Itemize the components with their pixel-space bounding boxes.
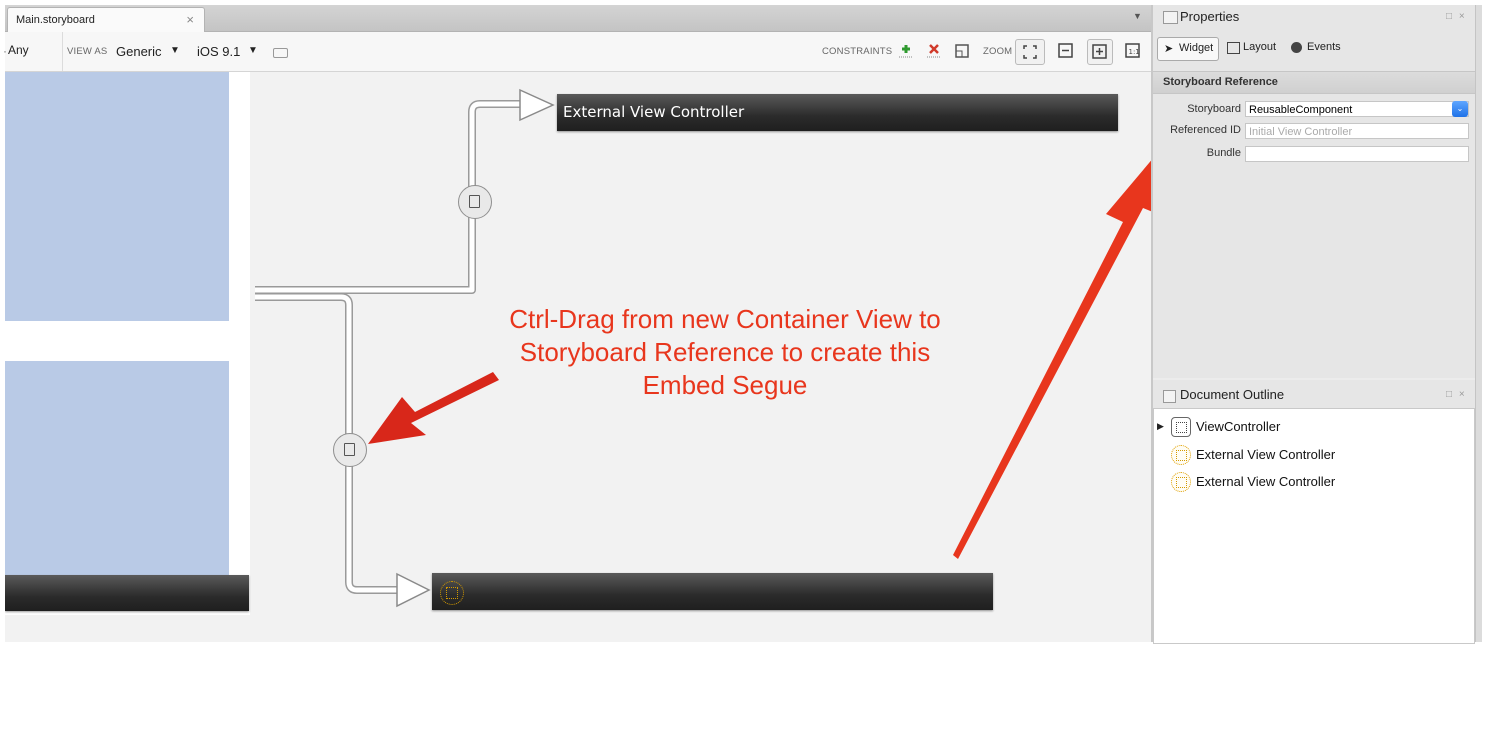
storyboard-reference-section[interactable]: Storyboard Reference bbox=[1153, 71, 1475, 94]
zoom-label: ZOOM bbox=[983, 46, 1013, 57]
instruction-annotation: Ctrl-Drag from new Container View to Sto… bbox=[509, 304, 941, 400]
storyboard-label: Storyboard bbox=[1187, 103, 1241, 115]
tab-widget[interactable]: ➤ Widget bbox=[1157, 37, 1219, 61]
external-view-controller-title: External View Controller bbox=[563, 103, 745, 121]
tab-layout-label: Layout bbox=[1243, 41, 1277, 53]
os-version-select[interactable]: iOS 9.1 bbox=[197, 44, 240, 59]
storyboard-combo[interactable]: ReusableComponent ⌄ bbox=[1245, 101, 1469, 117]
constraints-label: CONSTRAINTS bbox=[822, 46, 893, 57]
os-dropdown-icon[interactable]: ▼ bbox=[248, 45, 258, 56]
device-dropdown-icon[interactable]: ▼ bbox=[170, 45, 180, 56]
segue-glyph bbox=[344, 443, 355, 456]
zoom-actual-size-icon[interactable]: 1:1 bbox=[1122, 40, 1144, 62]
zoom-out-icon[interactable] bbox=[1055, 40, 1077, 62]
embed-segue-icon-top[interactable] bbox=[458, 185, 492, 219]
outline-item-external-1[interactable]: External View Controller bbox=[1154, 443, 1474, 467]
toolbar-divider bbox=[62, 32, 63, 71]
embed-segue-icon-bottom[interactable] bbox=[333, 433, 367, 467]
document-outline-panel: Document Outline □ × ▶ ViewController Ex… bbox=[1153, 380, 1475, 644]
ide-window: Main.storyboard × ▼ · Any VIEW AS Generi… bbox=[3, 5, 1482, 644]
outline-window-buttons[interactable]: □ × bbox=[1446, 389, 1467, 400]
outline-item-viewcontroller[interactable]: ▶ ViewController bbox=[1154, 415, 1474, 439]
referenced-id-label: Referenced ID bbox=[1170, 124, 1241, 136]
outline-item-label: ViewController bbox=[1196, 419, 1281, 434]
properties-icon bbox=[1163, 11, 1178, 24]
bundle-label: Bundle bbox=[1206, 147, 1241, 159]
tabs-dropdown-icon[interactable]: ▼ bbox=[1133, 11, 1142, 21]
chevron-down-icon[interactable]: ⌄ bbox=[1452, 101, 1468, 117]
tab-layout[interactable]: Layout bbox=[1225, 37, 1285, 59]
svg-text:1:1: 1:1 bbox=[1129, 48, 1140, 56]
bundle-field[interactable] bbox=[1245, 146, 1469, 162]
outline-item-label: External View Controller bbox=[1196, 447, 1336, 462]
panel-scrollbar[interactable] bbox=[1475, 5, 1482, 642]
events-icon bbox=[1291, 42, 1302, 53]
tab-events[interactable]: Events bbox=[1289, 37, 1359, 59]
segue-glyph bbox=[469, 195, 480, 208]
tab-widget-label: Widget bbox=[1179, 42, 1214, 54]
storyboard-canvas[interactable]: External View Controller Ctrl-Drag from … bbox=[5, 72, 1151, 642]
storyboard-reference-icon bbox=[1171, 472, 1191, 492]
document-tab-bar: Main.storyboard × ▼ bbox=[5, 5, 1151, 32]
referenced-id-placeholder: Initial View Controller bbox=[1249, 126, 1353, 138]
outline-item-external-2[interactable]: External View Controller bbox=[1154, 470, 1474, 494]
size-class-label[interactable]: Any bbox=[8, 43, 29, 57]
layout-icon bbox=[1227, 42, 1240, 54]
size-class-divider: · bbox=[3, 44, 7, 58]
document-outline-title: Document Outline bbox=[1180, 387, 1285, 402]
device-select[interactable]: Generic bbox=[116, 44, 162, 59]
view-controller-icon bbox=[1171, 417, 1191, 437]
storyboard-reference-icon bbox=[440, 581, 464, 605]
storyboard-reference-scene[interactable] bbox=[432, 573, 993, 610]
view-as-label: VIEW AS bbox=[67, 46, 108, 57]
properties-title: Properties bbox=[1180, 9, 1240, 24]
orientation-icon[interactable] bbox=[273, 48, 288, 58]
cursor-icon: ➤ bbox=[1164, 43, 1174, 55]
tab-events-label: Events bbox=[1307, 41, 1341, 53]
tab-title: Main.storyboard bbox=[16, 14, 95, 26]
storyboard-reference-icon bbox=[1171, 445, 1191, 465]
zoom-in-icon[interactable] bbox=[1087, 39, 1113, 65]
outline-tree: ▶ ViewController External View Controlle… bbox=[1153, 408, 1475, 644]
properties-window-buttons[interactable]: □ × bbox=[1446, 11, 1467, 22]
zoom-fit-icon[interactable] bbox=[1015, 39, 1045, 65]
referenced-id-field[interactable]: Initial View Controller bbox=[1245, 123, 1469, 139]
tab-main-storyboard[interactable]: Main.storyboard × bbox=[7, 7, 205, 32]
external-view-controller-top[interactable]: External View Controller bbox=[557, 94, 1118, 131]
add-constraints-icon[interactable] bbox=[895, 40, 917, 62]
section-title: Storyboard Reference bbox=[1163, 76, 1278, 88]
close-tab-icon[interactable]: × bbox=[186, 12, 194, 27]
expand-triangle-icon[interactable]: ▶ bbox=[1157, 421, 1164, 432]
remove-constraints-icon[interactable] bbox=[923, 40, 945, 62]
update-frames-icon[interactable] bbox=[951, 40, 973, 62]
properties-panel: Properties □ × ➤ Widget Layout Events St… bbox=[1153, 5, 1475, 378]
outline-item-label: External View Controller bbox=[1196, 474, 1336, 489]
document-outline-icon bbox=[1163, 390, 1176, 403]
storyboard-value: ReusableComponent bbox=[1249, 104, 1353, 116]
designer-toolbar: · Any VIEW AS Generic ▼ iOS 9.1 ▼ CONSTR… bbox=[3, 32, 1151, 72]
